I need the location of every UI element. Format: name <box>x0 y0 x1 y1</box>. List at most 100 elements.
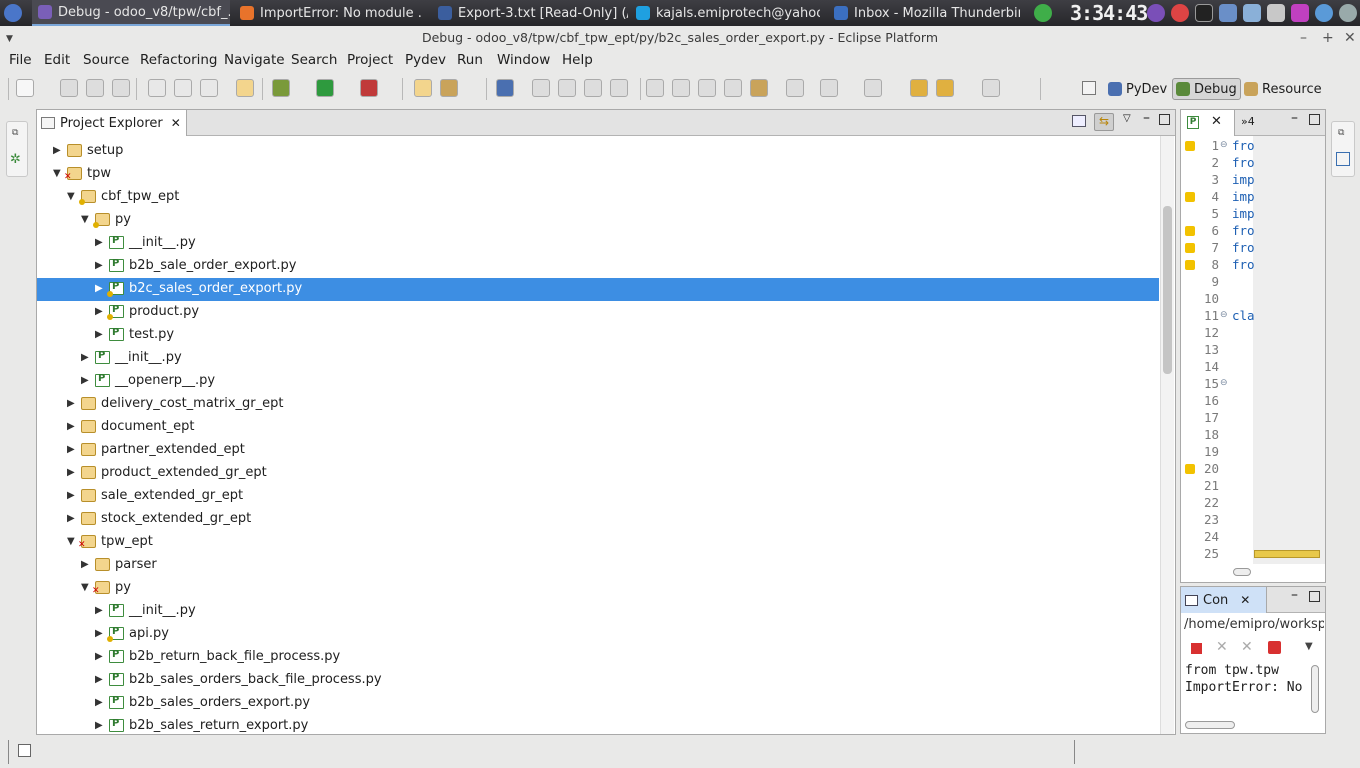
fold-icon[interactable]: ⊖ <box>1220 310 1228 320</box>
tree-row[interactable]: ▶ b2b_sales_orders_export.py <box>37 692 1159 715</box>
restore-icon[interactable]: ⧉ <box>1338 128 1344 138</box>
code-line[interactable]: fro <box>1232 240 1254 255</box>
tree-row[interactable]: ▶ b2b_return_back_file_process.py <box>37 646 1159 669</box>
forward-icon[interactable] <box>982 79 1000 97</box>
debug-view-icon[interactable]: ✲ <box>10 152 21 167</box>
collapsed-arrow-icon[interactable]: ▶ <box>81 559 89 570</box>
open-type-icon[interactable] <box>236 79 254 97</box>
collapsed-arrow-icon[interactable]: ▶ <box>95 283 103 294</box>
warning-icon[interactable] <box>1185 464 1195 474</box>
app-menu-icon[interactable] <box>4 4 22 22</box>
expanded-arrow-icon[interactable]: ▼ <box>81 582 89 593</box>
explorer-scrollbar[interactable] <box>1160 136 1174 734</box>
tree-row[interactable]: ▶ parser <box>37 554 1159 577</box>
collapsed-arrow-icon[interactable]: ▶ <box>95 651 103 662</box>
skip-breakpoints-icon[interactable] <box>200 79 218 97</box>
fold-icon[interactable]: ⊖ <box>1220 378 1228 388</box>
tree-row[interactable]: ▶ __init__.py <box>37 232 1159 255</box>
taskbar-item[interactable]: Export-3.txt [Read-Only] (/... <box>432 0 628 26</box>
suspend-icon[interactable] <box>558 79 576 97</box>
collapsed-arrow-icon[interactable]: ▶ <box>67 513 75 524</box>
tree-row[interactable]: ▶ document_ept <box>37 416 1159 439</box>
menu-source[interactable]: Source <box>83 52 129 68</box>
code-line[interactable]: imp <box>1232 172 1254 187</box>
menu-edit[interactable]: Edit <box>44 52 70 68</box>
tree-row[interactable]: ▶ product.py <box>37 301 1159 324</box>
editor-tab[interactable]: P ✕ <box>1181 110 1235 136</box>
close-tab-icon[interactable]: ✕ <box>171 116 181 130</box>
collapsed-arrow-icon[interactable]: ▶ <box>95 697 103 708</box>
use-step-filters-icon[interactable] <box>750 79 768 97</box>
minimize-view-icon[interactable]: – <box>1291 110 1298 126</box>
console-hscrollbar[interactable] <box>1185 721 1235 729</box>
update-check-icon[interactable] <box>1034 4 1052 22</box>
menu-run[interactable]: Run <box>457 52 483 68</box>
tree-row[interactable]: ▼ py <box>37 577 1159 600</box>
remove-breakpoint-icon[interactable] <box>174 79 192 97</box>
warning-icon[interactable] <box>1185 260 1195 270</box>
warning-icon[interactable] <box>1185 192 1195 202</box>
external-tools-icon[interactable] <box>360 79 378 97</box>
collapsed-arrow-icon[interactable]: ▶ <box>81 352 89 363</box>
menu-help[interactable]: Help <box>562 52 593 68</box>
menu-pydev[interactable]: Pydev <box>405 52 446 68</box>
chrome-icon[interactable] <box>1171 4 1189 22</box>
outline-icon[interactable] <box>1336 152 1350 166</box>
terminate-icon[interactable] <box>1191 643 1202 654</box>
prev-annotation-icon[interactable] <box>864 79 882 97</box>
expanded-arrow-icon[interactable]: ▼ <box>67 536 75 547</box>
menu-navigate[interactable]: Navigate <box>224 52 285 68</box>
code-line[interactable]: fro <box>1232 257 1254 272</box>
fold-icon[interactable]: ⊖ <box>1220 140 1228 150</box>
toggle-mark-icon[interactable] <box>786 79 804 97</box>
tree-row[interactable]: ▶ b2b_sales_return_export.py <box>37 715 1159 738</box>
link-editor-icon[interactable]: ⇆ <box>1094 113 1114 131</box>
pin-console-icon[interactable] <box>1268 641 1281 654</box>
open-perspective-icon[interactable] <box>1082 81 1096 95</box>
collapsed-arrow-icon[interactable]: ▶ <box>67 398 75 409</box>
open-folder-icon[interactable] <box>414 79 432 97</box>
scrollbar-thumb[interactable] <box>1163 206 1172 374</box>
taskbar-item[interactable]: ImportError: No module ... <box>234 0 422 26</box>
tree-row[interactable]: ▶ setup <box>37 140 1159 163</box>
folder-icon[interactable] <box>1267 4 1285 22</box>
back-icon[interactable] <box>936 79 954 97</box>
network-icon[interactable] <box>1339 4 1357 22</box>
tree-row[interactable]: ▼ py <box>37 209 1159 232</box>
tab-project-explorer[interactable]: Project Explorer ✕ <box>37 110 187 136</box>
drop-to-frame-icon[interactable] <box>724 79 742 97</box>
maximize-view-icon[interactable] <box>1159 114 1170 125</box>
remove-launch-icon[interactable]: ✕ <box>1216 639 1228 655</box>
view-menu-icon[interactable]: ▽ <box>1123 113 1131 124</box>
collapsed-arrow-icon[interactable]: ▶ <box>67 421 75 432</box>
warning-icon[interactable] <box>1185 141 1195 151</box>
collapsed-arrow-icon[interactable]: ▶ <box>67 467 75 478</box>
resume-icon[interactable] <box>532 79 550 97</box>
tree-row[interactable]: ▶ b2b_sales_orders_back_file_process.py <box>37 669 1159 692</box>
print-icon[interactable] <box>112 79 130 97</box>
tree-row[interactable]: ▶ __init__.py <box>37 600 1159 623</box>
menu-refactoring[interactable]: Refactoring <box>140 52 218 68</box>
minimize-view-icon[interactable]: – <box>1143 110 1150 126</box>
tree-row[interactable]: ▼ cbf_tpw_ept <box>37 186 1159 209</box>
menu-project[interactable]: Project <box>347 52 393 68</box>
collapsed-arrow-icon[interactable]: ▶ <box>95 628 103 639</box>
collapsed-arrow-icon[interactable]: ▶ <box>67 490 75 501</box>
close-tab-icon[interactable]: ✕ <box>1240 593 1250 607</box>
close-tab-icon[interactable]: ✕ <box>1211 114 1222 129</box>
close-button[interactable]: ✕ <box>1344 30 1356 46</box>
collapse-all-icon[interactable] <box>1072 115 1086 127</box>
tree-row[interactable]: ▶ b2b_sale_order_export.py <box>37 255 1159 278</box>
step-into-icon[interactable] <box>646 79 664 97</box>
expanded-arrow-icon[interactable]: ▼ <box>67 191 75 202</box>
collapsed-arrow-icon[interactable]: ▶ <box>95 674 103 685</box>
tree-row[interactable]: ▶ partner_extended_ept <box>37 439 1159 462</box>
code-line[interactable]: cla <box>1232 308 1254 323</box>
more-tabs-indicator[interactable]: »4 <box>1241 115 1255 128</box>
maximize-view-icon[interactable] <box>1309 591 1320 602</box>
expanded-arrow-icon[interactable]: ▼ <box>81 214 89 225</box>
taskbar-item[interactable]: kajals.emiprotech@yahoo.... <box>630 0 820 26</box>
menu-window[interactable]: Window <box>497 52 550 68</box>
disconnect-icon[interactable] <box>610 79 628 97</box>
tree-row[interactable]: ▶ __init__.py <box>37 347 1159 370</box>
